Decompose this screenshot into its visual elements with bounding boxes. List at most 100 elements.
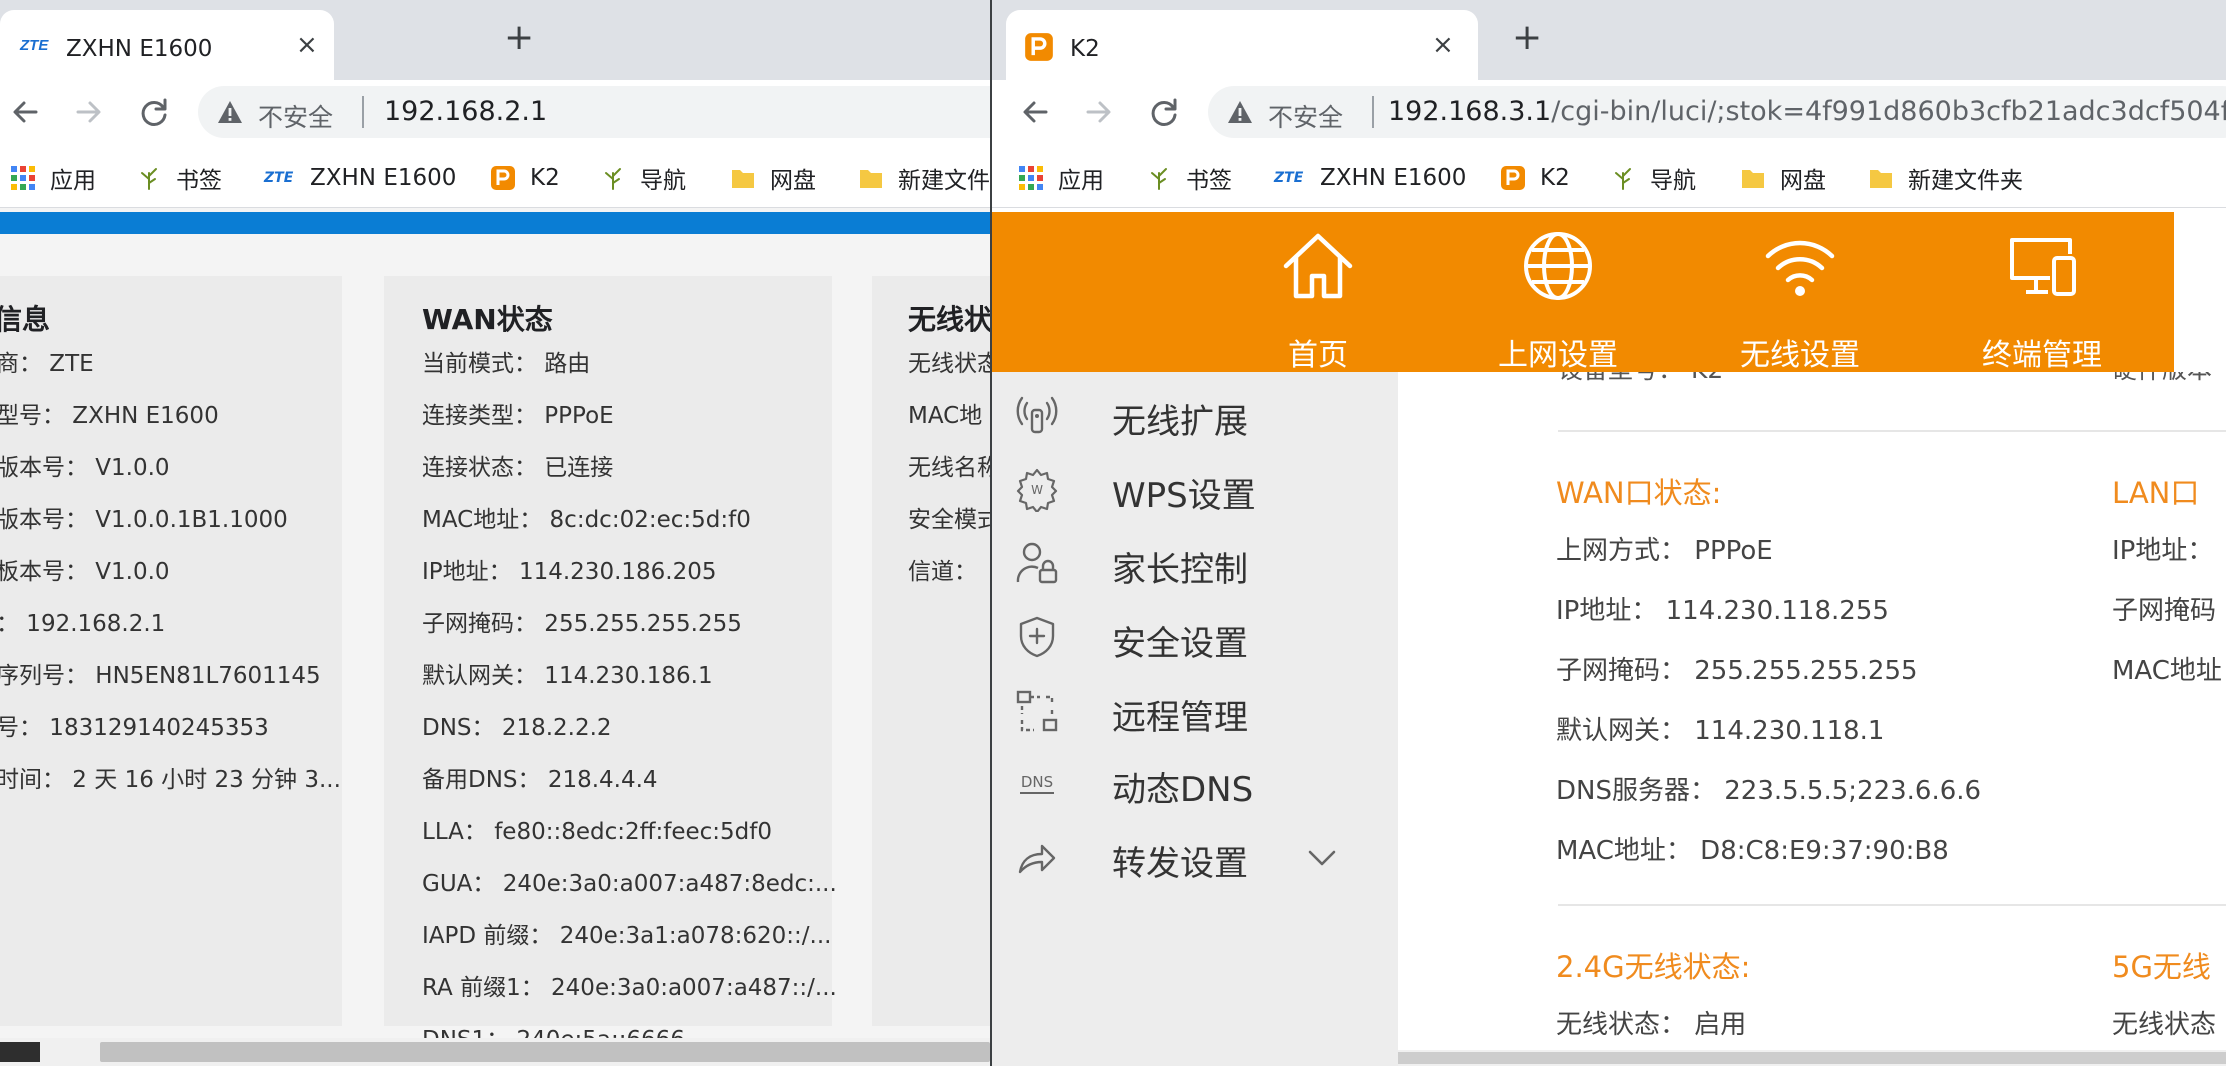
info-row: 板本号： V1.0.0: [0, 559, 170, 585]
nav-label: 终端管理: [1982, 338, 2102, 373]
info-row: 商： ZTE: [0, 351, 94, 377]
sidebar-item-remote-management[interactable]: 远程管理: [992, 676, 1398, 746]
sidebar-item-parental-control[interactable]: 家长控制: [992, 528, 1398, 598]
sidebar-item-wireless-extend[interactable]: 无线扩展: [992, 380, 1398, 450]
wan-row: 默认网关： 114.230.118.1: [1556, 716, 1885, 746]
sidebar-label: WPS设置: [1112, 476, 1256, 516]
bookmark-netdisk[interactable]: 网盘: [1740, 162, 1826, 194]
sidebar-item-wps[interactable]: W WPS设置: [992, 454, 1398, 524]
bookmark-k2[interactable]: K2: [490, 162, 560, 194]
right-browser-window: K2 × + 不安全 192.168.3.1/cgi-bin/luci/;sto…: [992, 0, 2226, 1066]
lan-row: MAC地址: [2112, 656, 2222, 686]
bookmark-nav[interactable]: 导航: [600, 162, 686, 194]
nav-home[interactable]: 首页: [1218, 222, 1418, 373]
leaf-icon: [141, 168, 157, 190]
leaf-icon: [1615, 168, 1631, 190]
nav-device-management[interactable]: 终端管理: [1942, 222, 2142, 373]
address-bar[interactable]: 不安全 192.168.2.1: [198, 86, 990, 138]
bookmark-apps[interactable]: 应用: [1018, 162, 1104, 194]
nav-internet-settings[interactable]: 上网设置: [1458, 222, 1658, 373]
new-tab-button[interactable]: +: [1512, 20, 1542, 56]
folder-icon: [1870, 170, 1892, 188]
k2-router-page: 首页 上网设置 无线设置 终端管理 无线扩展 W WPS设置 家长控制 安全设置…: [992, 208, 2226, 1066]
lan-status-title: LAN口: [2112, 476, 2200, 510]
wan-row: 子网掩码： 255.255.255.255: [1556, 656, 1918, 686]
chevron-down-icon[interactable]: [1304, 842, 1340, 872]
left-browser-window: ZTE ZXHN E1600 × + 不安全 192.168.2.1 应用 书签…: [0, 0, 990, 1066]
sidebar-item-forwarding[interactable]: 转发设置: [992, 822, 1398, 892]
back-button[interactable]: [1014, 90, 1058, 134]
reload-button[interactable]: [1142, 90, 1186, 134]
forward-arrow-icon: [76, 101, 101, 123]
wifi-5g-title: 5G无线: [2112, 950, 2211, 984]
wan-row: DNS服务器： 223.5.5.5;223.6.6.6: [1556, 776, 1982, 806]
info-row: ： 192.168.2.1: [0, 611, 166, 637]
k2-sidebar: 无线扩展 W WPS设置 家长控制 安全设置 远程管理 DNS 动态DNS 转发…: [992, 372, 1398, 1066]
folder-icon: [732, 170, 754, 188]
nav-label: 上网设置: [1498, 338, 1618, 373]
bookmark-k2[interactable]: K2: [1500, 162, 1570, 194]
bookmark-new-folder[interactable]: 新建文件: [858, 162, 990, 194]
zte-favicon: ZTE: [20, 37, 49, 54]
sidebar-item-ddns[interactable]: DNS 动态DNS: [992, 748, 1398, 818]
close-tab-icon[interactable]: ×: [296, 32, 318, 58]
tab-k2[interactable]: K2 ×: [1006, 10, 1478, 80]
back-button[interactable]: [4, 90, 48, 134]
wireless-row: 安全模式: [908, 507, 990, 533]
scrollbar-thumb[interactable]: [100, 1042, 990, 1062]
scrollbar-thumb[interactable]: [1398, 1052, 2226, 1064]
horizontal-scrollbar[interactable]: [1398, 1050, 2226, 1066]
svg-text:DNS: DNS: [1021, 773, 1053, 791]
wan-row: IP地址： 114.230.186.205: [422, 559, 717, 585]
nav-wireless-settings[interactable]: 无线设置: [1700, 222, 1900, 373]
reload-icon: [1151, 98, 1177, 126]
close-tab-icon[interactable]: ×: [1432, 32, 1454, 58]
new-tab-button[interactable]: +: [504, 20, 534, 56]
bookmark-zxhn[interactable]: ZTE ZXHN E1600: [1274, 162, 1466, 194]
bookmark-netdisk[interactable]: 网盘: [730, 162, 816, 194]
divider: [1558, 904, 2226, 906]
wan-row: 当前模式： 路由: [422, 351, 591, 377]
sidebar-label: 安全设置: [1112, 624, 1248, 664]
card-title: WAN状态: [422, 303, 553, 336]
home-icon: [1283, 233, 1353, 299]
bookmark-label: K2: [1540, 165, 1570, 191]
bookmark-label: 导航: [640, 168, 686, 194]
nav-label: 首页: [1288, 338, 1348, 373]
reload-button[interactable]: [132, 90, 176, 134]
nav-overflow-area: [2174, 212, 2226, 372]
bookmark-label: 应用: [1058, 168, 1104, 194]
bookmark-bookmarks[interactable]: 书签: [136, 162, 222, 194]
wireless-row: 无线名称: [908, 455, 990, 481]
folder-icon: [860, 170, 882, 188]
k2-favicon: [1025, 33, 1053, 61]
lan-row: IP地址：: [2112, 536, 2214, 566]
bookmark-nav[interactable]: 导航: [1610, 162, 1696, 194]
bookmark-zxhn[interactable]: ZTE ZXHN E1600: [264, 162, 456, 194]
not-secure-label: 不安全: [258, 103, 334, 132]
apps-icon: [1019, 166, 1043, 190]
address-bar[interactable]: 不安全 192.168.3.1/cgi-bin/luci/;stok=4f991…: [1208, 86, 2226, 138]
bookmark-apps[interactable]: 应用: [10, 162, 96, 194]
forward-button[interactable]: [1076, 90, 1120, 134]
tab-title: K2: [1070, 36, 1100, 62]
url-text[interactable]: 192.168.2.1: [384, 96, 547, 127]
url-text[interactable]: 192.168.3.1/cgi-bin/luci/;stok=4f991d860…: [1388, 96, 2226, 127]
horizontal-scrollbar[interactable]: [0, 1038, 990, 1066]
bookmark-bookmarks[interactable]: 书签: [1146, 162, 1232, 194]
scrollbar-left-edge: [0, 1042, 40, 1062]
sidebar-item-security[interactable]: 安全设置: [992, 602, 1398, 672]
devices-icon: [2010, 238, 2076, 296]
warning-icon: [1228, 101, 1252, 123]
sidebar-label: 转发设置: [1112, 844, 1248, 884]
wifi-24g-row: 无线状态： 启用: [1556, 1010, 1747, 1040]
forward-button[interactable]: [66, 90, 110, 134]
wan-row: 备用DNS： 218.4.4.4: [422, 767, 658, 793]
info-row: 时间： 2 天 16 小时 23 分钟 3...: [0, 767, 341, 793]
zte-header-bar: [0, 212, 990, 234]
wan-status-card: WAN状态 当前模式： 路由 连接类型： PPPoE 连接状态： 已连接 MAC…: [384, 276, 837, 1053]
tab-zxhn[interactable]: ZTE ZXHN E1600 ×: [0, 10, 334, 80]
bookmark-new-folder[interactable]: 新建文件夹: [1868, 162, 2023, 194]
info-row: 型号： ZXHN E1600: [0, 403, 219, 429]
remote-manage-icon: [1016, 690, 1058, 732]
